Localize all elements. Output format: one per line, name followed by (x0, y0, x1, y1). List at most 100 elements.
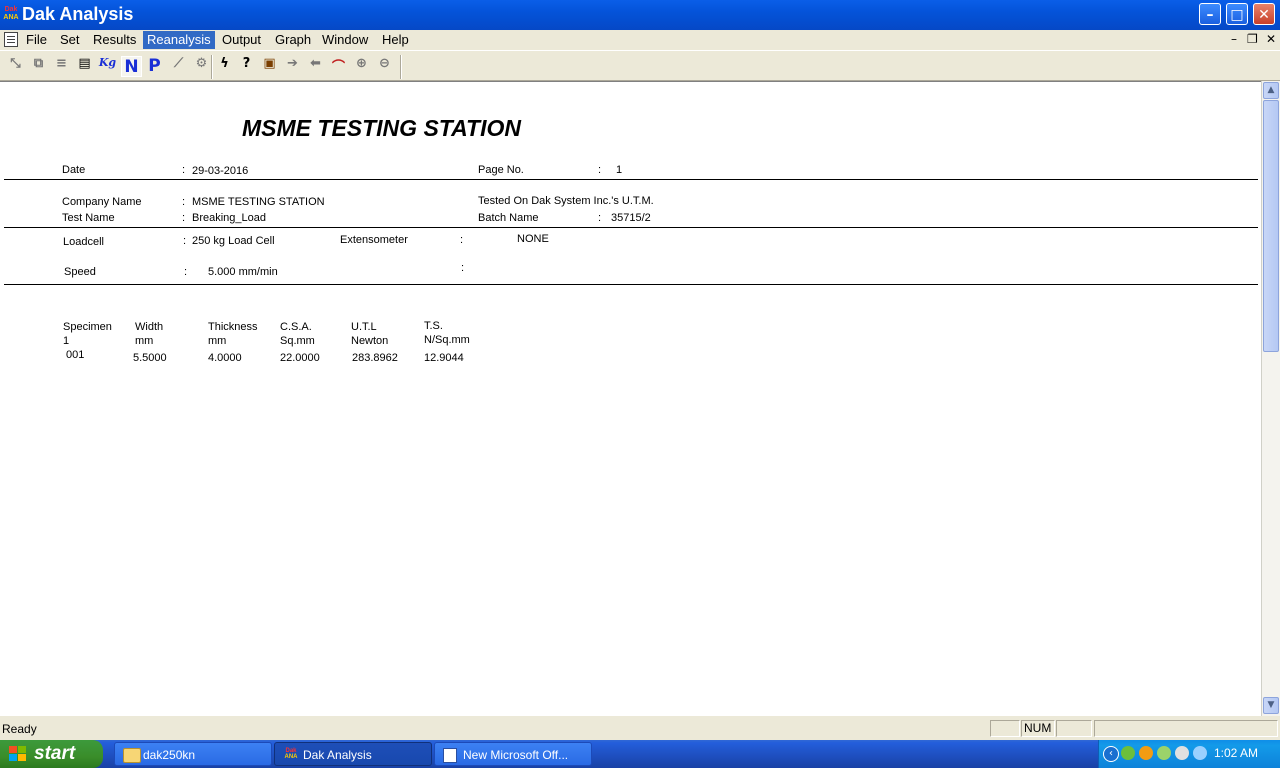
column-unit: mm (208, 335, 227, 347)
divider (4, 227, 1258, 228)
antivirus-icon[interactable] (1139, 746, 1153, 760)
batch-name-value: 35715/2 (611, 212, 651, 224)
close-button[interactable]: ✕ (1253, 3, 1275, 25)
menu-window[interactable]: Window (318, 31, 372, 49)
test-name-label: Test Name (62, 212, 115, 224)
system-tray: ‹ 1:02 AM (1098, 740, 1280, 768)
extensometer-label: Extensometer (340, 234, 408, 246)
batch-name-label: Batch Name (478, 212, 539, 224)
column-header: C.S.A. (280, 321, 312, 333)
tool-pages-icon[interactable]: ▤ (74, 56, 95, 77)
test-name-value: Breaking_Load (192, 212, 267, 224)
column-unit: Sq.mm (280, 335, 315, 347)
status-text: Ready (2, 722, 37, 736)
zoom-in-icon[interactable]: ⊕ (351, 56, 372, 77)
display-icon[interactable] (1175, 746, 1189, 760)
status-panel-num: NUM (1021, 720, 1055, 737)
folder-icon (123, 748, 141, 763)
forward-arrow-icon[interactable]: ➔ (282, 56, 303, 77)
report-title: MSME TESTING STATION (242, 115, 521, 141)
table-cell: 5.5000 (133, 352, 167, 364)
company-name-label: Company Name (62, 196, 142, 208)
taskbar-item-dak-analysis[interactable]: Dak ANA Dak Analysis (274, 742, 432, 766)
window-titlebar[interactable]: Dak ANA Dak Analysis – □ ✕ (0, 0, 1280, 30)
clock: 1:02 AM (1214, 746, 1259, 760)
company-name-value: MSME TESTING STATION (192, 196, 325, 208)
network-icon[interactable] (1121, 746, 1135, 760)
tool-select-icon[interactable]: ⤡ (5, 56, 26, 77)
window-title: Dak Analysis (22, 4, 134, 24)
security-icon[interactable] (1157, 746, 1171, 760)
taskbar-item-word-document[interactable]: New Microsoft Off... (434, 742, 592, 766)
document-icon[interactable] (4, 32, 18, 47)
word-doc-icon (443, 748, 457, 763)
tool-copy-icon[interactable]: ⧉ (28, 56, 49, 77)
page-number-label: Page No. (478, 164, 524, 176)
zoom-out-icon[interactable]: ⊖ (374, 56, 395, 77)
menu-results[interactable]: Results (89, 31, 140, 49)
tool-lightning-icon[interactable]: ϟ (214, 56, 235, 77)
report-document[interactable]: MSME TESTING STATION Date : 29-03-2016 P… (0, 81, 1261, 716)
status-panel-scroll (1056, 720, 1092, 737)
back-arrow-icon[interactable]: ⬅ (305, 56, 326, 77)
table-cell: 283.8962 (352, 352, 398, 364)
tool-curve-icon[interactable]: ⟋ (168, 56, 189, 77)
column-header: Specimen (63, 321, 112, 333)
kg-unit-button[interactable]: Kg (97, 56, 118, 77)
taskbar-item-dak250kn[interactable]: dak250kn (114, 742, 272, 766)
taskbar: start dak250kn Dak ANA Dak Analysis New M… (0, 740, 1280, 768)
divider (4, 284, 1258, 285)
dak-app-icon: Dak ANA (284, 748, 298, 760)
menu-output[interactable]: Output (218, 31, 265, 49)
p-unit-button[interactable]: P (144, 56, 165, 77)
tray-expand-icon[interactable]: ‹ (1103, 746, 1119, 762)
column-unit: 1 (63, 335, 70, 347)
maximize-button[interactable]: □ (1226, 3, 1248, 25)
star-icon[interactable] (1193, 746, 1207, 760)
tested-on-text: Tested On Dak System Inc.'s U.T.M. (478, 195, 654, 207)
column-header: U.T.L (351, 321, 377, 333)
vertical-scrollbar[interactable]: ▲ ▼ (1261, 81, 1280, 716)
newton-unit-button[interactable]: N (121, 56, 142, 77)
tool-settings-icon[interactable]: ⚙ (191, 56, 212, 77)
table-cell: 22.0000 (280, 352, 320, 364)
mdi-close-button[interactable]: ✕ (1266, 32, 1276, 46)
scroll-down-button[interactable]: ▼ (1263, 697, 1279, 714)
extensometer-value: NONE (517, 233, 549, 245)
start-button[interactable]: start (0, 740, 103, 768)
menu-reanalysis[interactable]: Reanalysis (143, 31, 215, 49)
menu-file[interactable]: File (22, 31, 51, 49)
menu-set[interactable]: Set (56, 31, 84, 49)
menu-help[interactable]: Help (378, 31, 413, 49)
column-header: Width (135, 321, 164, 333)
column-unit: Newton (351, 335, 389, 347)
loadcell-value: 250 kg Load Cell (192, 235, 275, 247)
tool-align-icon[interactable]: ≡ (51, 56, 72, 77)
context-help-icon[interactable]: ? (236, 56, 257, 77)
divider (4, 179, 1258, 180)
status-panel-caps (990, 720, 1020, 737)
scroll-up-button[interactable]: ▲ (1263, 82, 1279, 99)
scroll-thumb[interactable] (1263, 100, 1279, 352)
column-unit: N/Sq.mm (424, 334, 470, 346)
speed-value: 5.000 mm/min (208, 266, 278, 278)
loadcell-label: Loadcell (63, 236, 104, 248)
column-header: Thickness (208, 321, 258, 333)
menu-bar: File Set Results Reanalysis Output Graph… (0, 30, 1280, 50)
table-cell: 12.9044 (424, 352, 464, 364)
windows-logo-icon (9, 746, 27, 762)
mdi-restore-button[interactable]: ❐ (1247, 32, 1258, 46)
minimize-button[interactable]: – (1199, 3, 1221, 25)
status-bar: Ready NUM (0, 716, 1280, 740)
status-panel-info (1094, 720, 1278, 737)
mdi-minimize-button[interactable]: – (1231, 32, 1237, 46)
date-label: Date (62, 164, 86, 176)
speed-label: Speed (64, 266, 96, 278)
tool-report-icon[interactable]: ▣ (259, 56, 280, 77)
page-number-value: 1 (616, 164, 623, 176)
column-unit: mm (135, 335, 154, 347)
toolbar: ⤡ ⧉ ≡ ▤ Kg N P ⟋ ⚙ ϟ ? ▣ ➔ ⬅ ⌒ ⊕ ⊖ (0, 50, 1280, 81)
graph-curve-icon[interactable]: ⌒ (328, 56, 349, 77)
dak-app-icon: Dak ANA (3, 6, 19, 21)
menu-graph[interactable]: Graph (271, 31, 315, 49)
